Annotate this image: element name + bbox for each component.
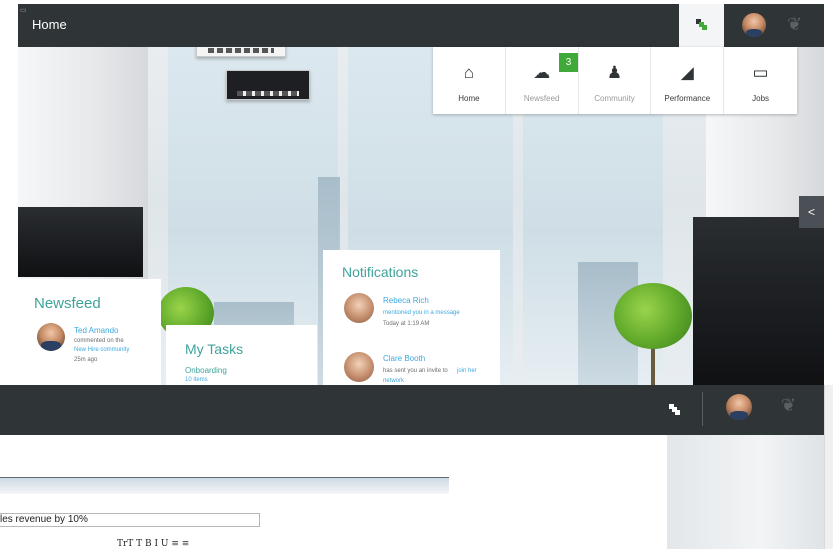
toolbar-glyphs[interactable]: TrT T B I U ≡ ≡: [117, 539, 189, 549]
tree-logo-icon[interactable]: ❦: [781, 396, 796, 414]
nav-item-home[interactable]: ⌂ Home: [433, 47, 506, 114]
notifications-card: Notifications Rebeca Rich mentioned you …: [323, 250, 500, 385]
notification-text: has sent you an invite to: [383, 368, 448, 374]
editor-header-strip: [0, 477, 449, 494]
editor-area: les revenue by 10% TrT T B I U ≡ ≡: [0, 435, 667, 549]
notification-author[interactable]: Rebeca Rich: [383, 296, 429, 305]
card-title: My Tasks: [185, 341, 244, 357]
newsfeed-text: commented on the: [74, 338, 124, 344]
newsfeed-link[interactable]: New Hire community: [74, 347, 129, 353]
secondary-header: ❦: [0, 385, 824, 435]
background-block: [18, 207, 143, 277]
tasks-card: My Tasks Onboarding 10 items: [166, 325, 317, 385]
ceiling-lamp: [226, 70, 310, 100]
ceiling-lamp: [196, 47, 286, 57]
nav-item-jobs[interactable]: ▭ Jobs: [724, 47, 797, 114]
app-menu-button[interactable]: [679, 4, 724, 47]
notification-author[interactable]: Clare Booth: [383, 354, 425, 363]
share-icon: <: [807, 205, 815, 219]
nav-label: Jobs: [752, 94, 770, 103]
scrollbar[interactable]: [824, 385, 833, 549]
notification-time: Today at 1:19 AM: [383, 321, 430, 327]
avatar: [37, 323, 65, 351]
window-corner-icon: ▭: [20, 7, 27, 14]
laptop-icon: ▭: [752, 63, 769, 82]
newsfeed-card: Newsfeed Ted Amando commented on the New…: [18, 279, 161, 385]
newsfeed-author[interactable]: Ted Amando: [74, 326, 118, 335]
avatar: [344, 352, 374, 382]
newsfeed-time: 25m ago: [74, 357, 98, 363]
card-title: Notifications: [342, 264, 419, 280]
nav-item-community[interactable]: ♟ Community: [579, 47, 652, 114]
grid-icon: [696, 19, 708, 31]
notification-link[interactable]: network: [383, 378, 404, 384]
task-item[interactable]: Onboarding: [185, 366, 227, 375]
card-title: Newsfeed: [34, 295, 101, 312]
right-background-panel: [667, 435, 824, 549]
nav-item-performance[interactable]: ◢ Performance: [651, 47, 725, 114]
nav-menu: ⌂ Home ☁ Newsfeed ♟ Community ◢ Performa…: [433, 47, 797, 114]
nav-label: Performance: [664, 94, 711, 103]
task-count: 10 items: [185, 377, 208, 383]
background-block: [693, 217, 824, 385]
newsfeed-badge: 3: [559, 53, 578, 72]
people-icon: ♟: [606, 63, 623, 82]
avatar: [344, 293, 374, 323]
user-avatar[interactable]: [726, 394, 752, 420]
notification-link[interactable]: join her: [457, 368, 477, 374]
nav-label: Home: [458, 94, 480, 103]
page-title: Home: [32, 17, 67, 32]
app-screenshot: ▭ Home ❦ ⌂ Home ☁ Newsfeed ♟ Community ◢…: [0, 0, 833, 549]
top-header: ▭ Home ❦: [18, 4, 824, 47]
goal-input[interactable]: les revenue by 10%: [0, 513, 260, 527]
nav-label: Community: [594, 94, 635, 103]
plant: [614, 283, 692, 349]
tree-logo-icon[interactable]: ❦: [787, 15, 802, 33]
notification-text[interactable]: mentioned you in a message: [383, 310, 460, 316]
text-format-toolbar[interactable]: TrT T B I U ≡ ≡: [117, 539, 189, 549]
nav-label: Newsfeed: [523, 94, 560, 103]
share-button[interactable]: <: [799, 196, 824, 228]
chart-icon: ◢: [680, 63, 694, 82]
grid-icon[interactable]: [669, 404, 681, 416]
user-avatar[interactable]: [742, 13, 766, 37]
header-divider: [702, 392, 703, 426]
home-icon: ⌂: [463, 63, 475, 82]
